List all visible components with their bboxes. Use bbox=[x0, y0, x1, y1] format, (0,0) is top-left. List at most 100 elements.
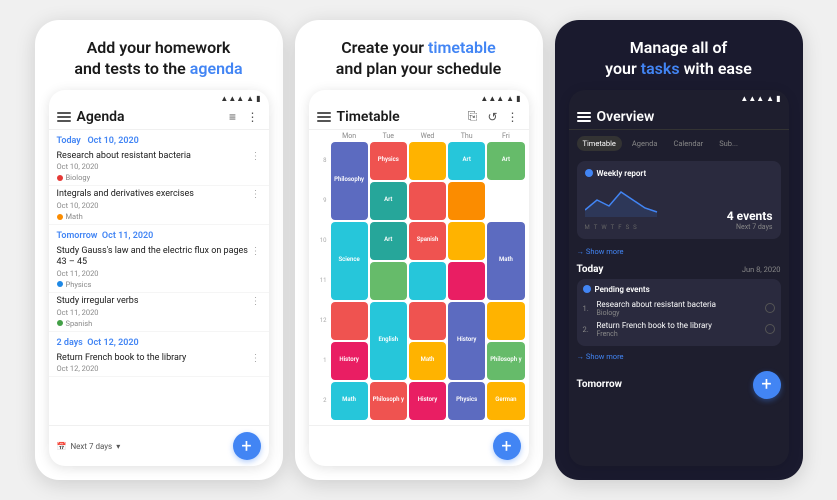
agenda-item[interactable]: Research about resistant bacteria Oct 10… bbox=[49, 148, 269, 187]
agenda-item[interactable]: Integrals and derivatives exercises Oct … bbox=[49, 186, 269, 225]
cell-math-fri[interactable]: Math bbox=[487, 222, 524, 300]
agenda-item[interactable]: Return French book to the library Oct 12… bbox=[49, 350, 269, 378]
cell-history-mon[interactable]: History bbox=[331, 342, 368, 380]
day-fri: Fri bbox=[487, 132, 524, 140]
card1-highlight: agenda bbox=[190, 59, 243, 78]
cell-art-tue3[interactable]: Art bbox=[370, 222, 407, 260]
time-11: 11 bbox=[313, 262, 329, 300]
agenda-app-bar: Agenda ≡ ⋮ bbox=[49, 105, 269, 130]
refresh-icon[interactable]: ↺ bbox=[485, 109, 501, 125]
cell-empty-wed1[interactable] bbox=[409, 142, 446, 180]
item-name: Return French book to the library bbox=[597, 321, 761, 330]
cell-german-fri7[interactable]: German bbox=[487, 382, 524, 420]
cell-art-fri1[interactable]: Art bbox=[487, 142, 524, 180]
cell-empty-wed4[interactable] bbox=[409, 262, 446, 300]
card-overview: Manage all of your tasks with ease ▲▲▲ ▲… bbox=[555, 20, 803, 480]
menu-icon[interactable] bbox=[317, 112, 331, 122]
signal-icon: ▲▲▲ bbox=[480, 94, 504, 103]
card1-line2: and tests to the bbox=[74, 59, 185, 78]
date-tomorrow: Tomorrow Oct 11, 2020 bbox=[49, 225, 269, 243]
item-subject: Spanish bbox=[57, 319, 251, 328]
more-icon[interactable]: ⋮ bbox=[505, 109, 521, 125]
menu-icon[interactable] bbox=[577, 112, 591, 122]
chart-svg bbox=[585, 182, 665, 217]
pending-events: Pending events 1. Research about resista… bbox=[577, 279, 781, 346]
cell-empty-wed5[interactable] bbox=[409, 302, 446, 340]
cell-empty-wed2[interactable] bbox=[409, 182, 446, 220]
item-date: Oct 10, 2020 bbox=[57, 162, 251, 171]
item-title: Return French book to the library bbox=[57, 353, 251, 364]
cell-empty-thu3[interactable] bbox=[448, 222, 485, 260]
bottom-bar-text: 📅 Next 7 days ▾ bbox=[57, 442, 121, 451]
cell-spanish-wed[interactable]: Spanish bbox=[409, 222, 446, 260]
subject-name: Physics bbox=[66, 280, 92, 289]
item-more-icon[interactable]: ⋮ bbox=[251, 189, 261, 200]
item-check[interactable] bbox=[765, 324, 775, 334]
pe-title: Pending events bbox=[595, 285, 650, 294]
today-section: Today Jun 8, 2020 bbox=[569, 260, 789, 277]
agenda-item[interactable]: Study Gauss's law and the electric flux … bbox=[49, 243, 269, 293]
cell-empty-tue4[interactable] bbox=[370, 262, 407, 300]
card3-highlight: tasks bbox=[641, 59, 680, 78]
subject-dot bbox=[57, 320, 63, 326]
add-fab[interactable]: + bbox=[753, 371, 781, 399]
show-more-weekly[interactable]: → Show more bbox=[569, 243, 789, 260]
item-name: Research about resistant bacteria bbox=[597, 300, 761, 309]
cell-philosophy-mon[interactable]: Philosophy bbox=[331, 142, 368, 220]
tab-timetable[interactable]: Timetable bbox=[577, 136, 622, 151]
item-more-icon[interactable]: ⋮ bbox=[251, 296, 261, 307]
add-fab[interactable]: + bbox=[233, 432, 261, 460]
timetable-app-bar: Timetable ⎘ ↺ ⋮ bbox=[309, 105, 529, 130]
share-icon[interactable]: ⎘ bbox=[465, 109, 481, 125]
pending-item-2[interactable]: 2. Return French book to the library Fre… bbox=[583, 319, 775, 340]
bottom-bar: + bbox=[309, 425, 529, 466]
item-content: Return French book to the library French bbox=[597, 321, 761, 338]
tab-agenda[interactable]: Agenda bbox=[626, 136, 664, 151]
item-num: 2. bbox=[583, 325, 593, 334]
chevron-down-icon: ▾ bbox=[116, 442, 120, 451]
cell-math-mon7[interactable]: Math bbox=[331, 382, 368, 420]
item-more-icon[interactable]: ⋮ bbox=[251, 353, 261, 364]
cell-physics-tue[interactable]: Physics bbox=[370, 142, 407, 180]
wifi-icon: ▲ bbox=[506, 94, 514, 103]
item-date: Oct 12, 2020 bbox=[57, 364, 251, 373]
cell-science-mon[interactable]: Science bbox=[331, 222, 368, 300]
pe-dot bbox=[583, 285, 591, 293]
cell-empty-mon5[interactable] bbox=[331, 302, 368, 340]
timetable-title: Timetable bbox=[337, 109, 461, 125]
menu-icon[interactable] bbox=[57, 112, 71, 122]
cell-empty-fri5[interactable] bbox=[487, 302, 524, 340]
subject-dot bbox=[57, 175, 63, 181]
cell-history-thu[interactable]: History bbox=[448, 302, 485, 380]
cell-empty-thu4[interactable] bbox=[448, 262, 485, 300]
cell-art-thu1[interactable]: Art bbox=[448, 142, 485, 180]
item-more-icon[interactable]: ⋮ bbox=[251, 246, 261, 257]
date-2days: 2 days Oct 12, 2020 bbox=[49, 332, 269, 350]
status-bar: ▲▲▲ ▲ ▮ bbox=[309, 90, 529, 105]
cell-empty-thu2[interactable] bbox=[448, 182, 485, 220]
cell-math-wed[interactable]: Math bbox=[409, 342, 446, 380]
cell-art-tue2[interactable]: Art bbox=[370, 182, 407, 220]
day-mon: Mon bbox=[331, 132, 368, 140]
item-num: 1. bbox=[583, 304, 593, 313]
day-t2: T bbox=[611, 224, 615, 231]
item-check[interactable] bbox=[765, 303, 775, 313]
item-more-icon[interactable]: ⋮ bbox=[251, 151, 261, 162]
agenda-title: Agenda bbox=[77, 109, 221, 125]
pending-item-1[interactable]: 1. Research about resistant bacteria Bio… bbox=[583, 298, 775, 319]
wr-title-text: Weekly report bbox=[597, 169, 647, 178]
item-title: Research about resistant bacteria bbox=[57, 151, 251, 162]
cell-philo-tue7[interactable]: Philosoph y bbox=[370, 382, 407, 420]
tab-sub[interactable]: Sub... bbox=[713, 136, 744, 151]
add-fab[interactable]: + bbox=[493, 432, 521, 460]
agenda-item[interactable]: Study irregular verbs Oct 11, 2020 Spani… bbox=[49, 293, 269, 332]
cell-philosophy-fri[interactable]: Philosoph y bbox=[487, 342, 524, 380]
cell-english-tue[interactable]: English bbox=[370, 302, 407, 380]
cell-history-wed7[interactable]: History bbox=[409, 382, 446, 420]
tab-calendar[interactable]: Calendar bbox=[667, 136, 709, 151]
filter-icon[interactable]: ≡ bbox=[225, 109, 241, 125]
day-f: F bbox=[618, 224, 621, 231]
more-icon[interactable]: ⋮ bbox=[245, 109, 261, 125]
cell-physics-thu7[interactable]: Physics bbox=[448, 382, 485, 420]
show-more-pending[interactable]: → Show more bbox=[569, 348, 789, 365]
